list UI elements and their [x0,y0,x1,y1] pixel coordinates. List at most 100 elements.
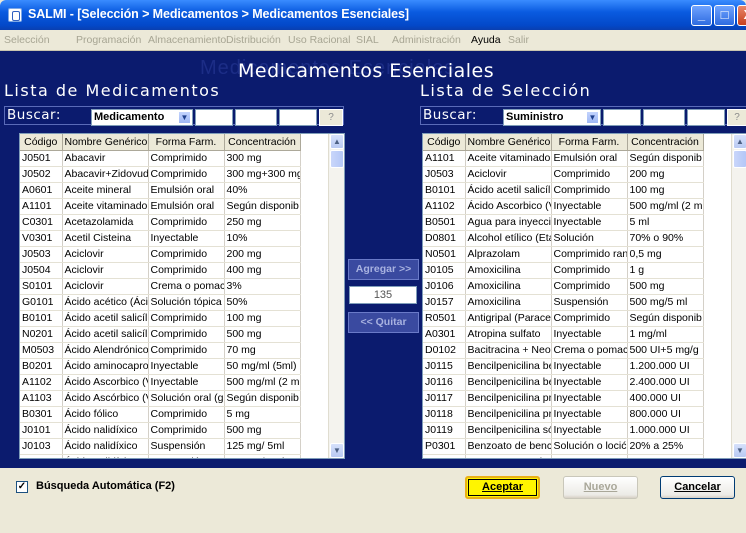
menu-item-salir[interactable]: Salir [508,34,529,46]
table-row[interactable]: J0503 Aciclovir Comprimido 200 mg [423,166,704,183]
table-row[interactable]: N0201Ácido acetil salicílicoComprimido50… [20,326,301,343]
column-header[interactable]: Concentración [224,134,301,151]
table-row[interactable]: J0102Ácido nalidíxicoSuspensión250 mg/5 … [20,454,301,458]
table-cell: Inyectable [551,374,628,391]
table-row[interactable]: B0201Ácido aminocaproicoInyectable50 mg/… [20,358,301,375]
menu-item-administraci-n[interactable]: Administración [392,34,461,46]
table-row[interactable]: A1101Aceite vitaminado (alimeEmulsión or… [20,198,301,215]
table-row[interactable]: A1102Ácido Ascorbico (VitamirInyectable5… [423,198,704,215]
table-row[interactable]: J0101 Ácido nalidíxico Comprimido 500 mg [20,422,301,439]
table-cell: Alcohol etílico (Etanol) [465,230,552,247]
column-header[interactable]: Nombre Genérico [465,134,552,151]
menu-item-almacenamiento[interactable]: Almacenamiento [148,34,226,46]
chevron-down-icon[interactable]: ▼ [178,111,191,124]
table-row[interactable]: B0101Ácido acetil salicílicoComprimido10… [20,310,301,327]
column-header[interactable]: Concentración [627,134,704,151]
table-row[interactable]: J0116Bencilpenicilina benzatíInyectable2… [423,374,704,391]
table-cell: 70% o 90% [627,230,704,247]
add-button[interactable]: Agregar >> [348,259,419,280]
menu-item-distribuci-n[interactable]: Distribución [226,34,281,46]
table-row[interactable]: A0301 Atropina sulfato Inyectable 1 mg/ml [423,326,704,343]
vertical-scrollbar[interactable]: ▲ ▼ [328,134,344,458]
scroll-thumb[interactable] [330,150,344,168]
table-cell: J0115 [423,358,466,375]
table-row[interactable]: P0301Benzoato de benciloSolución o locić… [423,438,704,455]
table-row[interactable]: D0102Bacitracina + NeomicinaCrema o poma… [423,342,704,359]
close-button[interactable]: X [737,5,746,26]
table-cell: 40% [224,182,301,199]
new-button[interactable]: Nuevo [563,476,638,499]
auto-search-checkbox[interactable]: ✓ [16,481,28,493]
table-row[interactable]: R0501Antigripal (Paracetamol -Comprimido… [423,310,704,327]
right-search-input-3[interactable] [687,109,725,126]
menu-item-sial[interactable]: SIAL [356,34,379,46]
table-row[interactable]: B0301 Ácido fólico Comprimido 5 mg [20,406,301,423]
table-row[interactable]: J0106 Amoxicilina Comprimido 500 mg [423,278,704,295]
selection-table[interactable]: Código Nombre Genérico Forma Farm. Concentr… [422,133,746,459]
medicines-table[interactable]: Código Nombre Genérico Forma Farm. Concentr… [19,133,345,459]
table-row[interactable]: D0701Betametasona (valerato)Crema o poma… [423,454,704,458]
table-row[interactable]: B0101Ácido acetil salicílicoComprimido10… [423,182,704,199]
table-row[interactable]: C0301 Acetazolamida Comprimido 250 mg [20,214,301,231]
left-search-input-3[interactable] [279,109,317,126]
table-row[interactable]: J0119Bencilpenicilina sódicaInyectable1.… [423,422,704,439]
scroll-down-icon[interactable]: ▼ [330,443,344,458]
left-help-button[interactable]: ? [319,109,343,126]
menu-item-programaci-n[interactable]: Programación [76,34,141,46]
table-row[interactable]: S0101 Aciclovir Crema o pomac 3% [20,278,301,295]
right-search-input-1[interactable] [603,109,641,126]
right-search-input-2[interactable] [643,109,685,126]
left-combo-value: Medicamento [94,111,165,123]
table-row[interactable]: J0502Abacavir+Zidovudina+LComprimido300 … [20,166,301,183]
scroll-thumb[interactable] [733,150,746,168]
left-search-input-2[interactable] [235,109,277,126]
maximize-button[interactable]: □ [714,5,735,26]
table-row[interactable]: J0115Bencilpenicilina benzatíInyectable1… [423,358,704,375]
table-row[interactable]: J0117Bencilpenicilina procaínInyectable4… [423,390,704,407]
table-row[interactable]: A1102Ácido Ascorbico (VitamirInyectable5… [20,374,301,391]
scroll-up-icon[interactable]: ▲ [733,134,746,149]
table-cell: J0119 [423,422,466,439]
accept-button[interactable]: Aceptar [465,476,540,499]
table-row[interactable]: A0601 Aceite mineral Emulsión oral 40% [20,182,301,199]
table-row[interactable]: J0103 Ácido nalidíxico Suspensión 125 mg/ 5… [20,438,301,455]
column-header[interactable]: Código [423,134,466,151]
table-row[interactable]: A1101Aceite vitaminado (alimeEmulsión or… [423,150,704,167]
table-row[interactable]: J0105 Amoxicilina Comprimido 1 g [423,262,704,279]
table-cell: Comprimido [148,326,225,343]
menu-item-selecci-n[interactable]: Selección [4,34,50,46]
table-row[interactable]: J0504 Aciclovir Comprimido 400 mg [20,262,301,279]
table-row[interactable]: N0501 Alprazolam Comprimido ran 0,5 mg [423,246,704,263]
vertical-scrollbar[interactable]: ▲ ▼ [731,134,746,458]
table-row[interactable]: G0101Ácido acético (Ácido tricSolución t… [20,294,301,311]
minimize-button[interactable]: _ [691,5,712,26]
column-header[interactable]: Forma Farm. [148,134,225,151]
table-cell: Crema o pomac [551,454,628,458]
left-search-combo[interactable]: Medicamento ▼ [91,109,193,126]
scroll-down-icon[interactable]: ▼ [733,443,746,458]
menu-item-ayuda[interactable]: Ayuda [471,34,501,46]
right-help-button[interactable]: ? [727,109,746,126]
table-row[interactable]: A1103Ácido Ascórbico (VitamirSolución or… [20,390,301,407]
table-row[interactable]: J0503 Aciclovir Comprimido 200 mg [20,246,301,263]
remove-button[interactable]: << Quitar [348,312,419,333]
table-row[interactable]: J0157 Amoxicilina Suspensión 500 mg/5 ml [423,294,704,311]
table-cell: J0106 [423,278,466,295]
chevron-down-icon[interactable]: ▼ [586,111,599,124]
menu-item-uso-racional[interactable]: Uso Racional [288,34,350,46]
column-header[interactable]: Código [20,134,63,151]
table-row[interactable]: B0501Agua para inyecciónInyectable5 ml [423,214,704,231]
table-row[interactable]: V0301 Acetil Cisteina Inyectable 10% [20,230,301,247]
table-row[interactable]: M0503Ácido Alendrónico (AlenComprimido70… [20,342,301,359]
table-row[interactable]: D0801Alcohol etílico (Etanol)Solución70%… [423,230,704,247]
scroll-up-icon[interactable]: ▲ [330,134,344,149]
left-search-input-1[interactable] [195,109,233,126]
table-cell: 400.000 UI [627,390,704,407]
cancel-button[interactable]: Cancelar [660,476,735,499]
table-row[interactable]: J0118Bencilpenicilina procaínInyectable8… [423,406,704,423]
table-row[interactable]: J0501 Abacavir Comprimido 300 mg [20,150,301,167]
column-header[interactable]: Forma Farm. [551,134,628,151]
right-search-combo[interactable]: Suministro ▼ [503,109,601,126]
title-bar[interactable]: SALMI - [Selección > Medicamentos > Medi… [0,0,746,30]
column-header[interactable]: Nombre Genérico [62,134,149,151]
